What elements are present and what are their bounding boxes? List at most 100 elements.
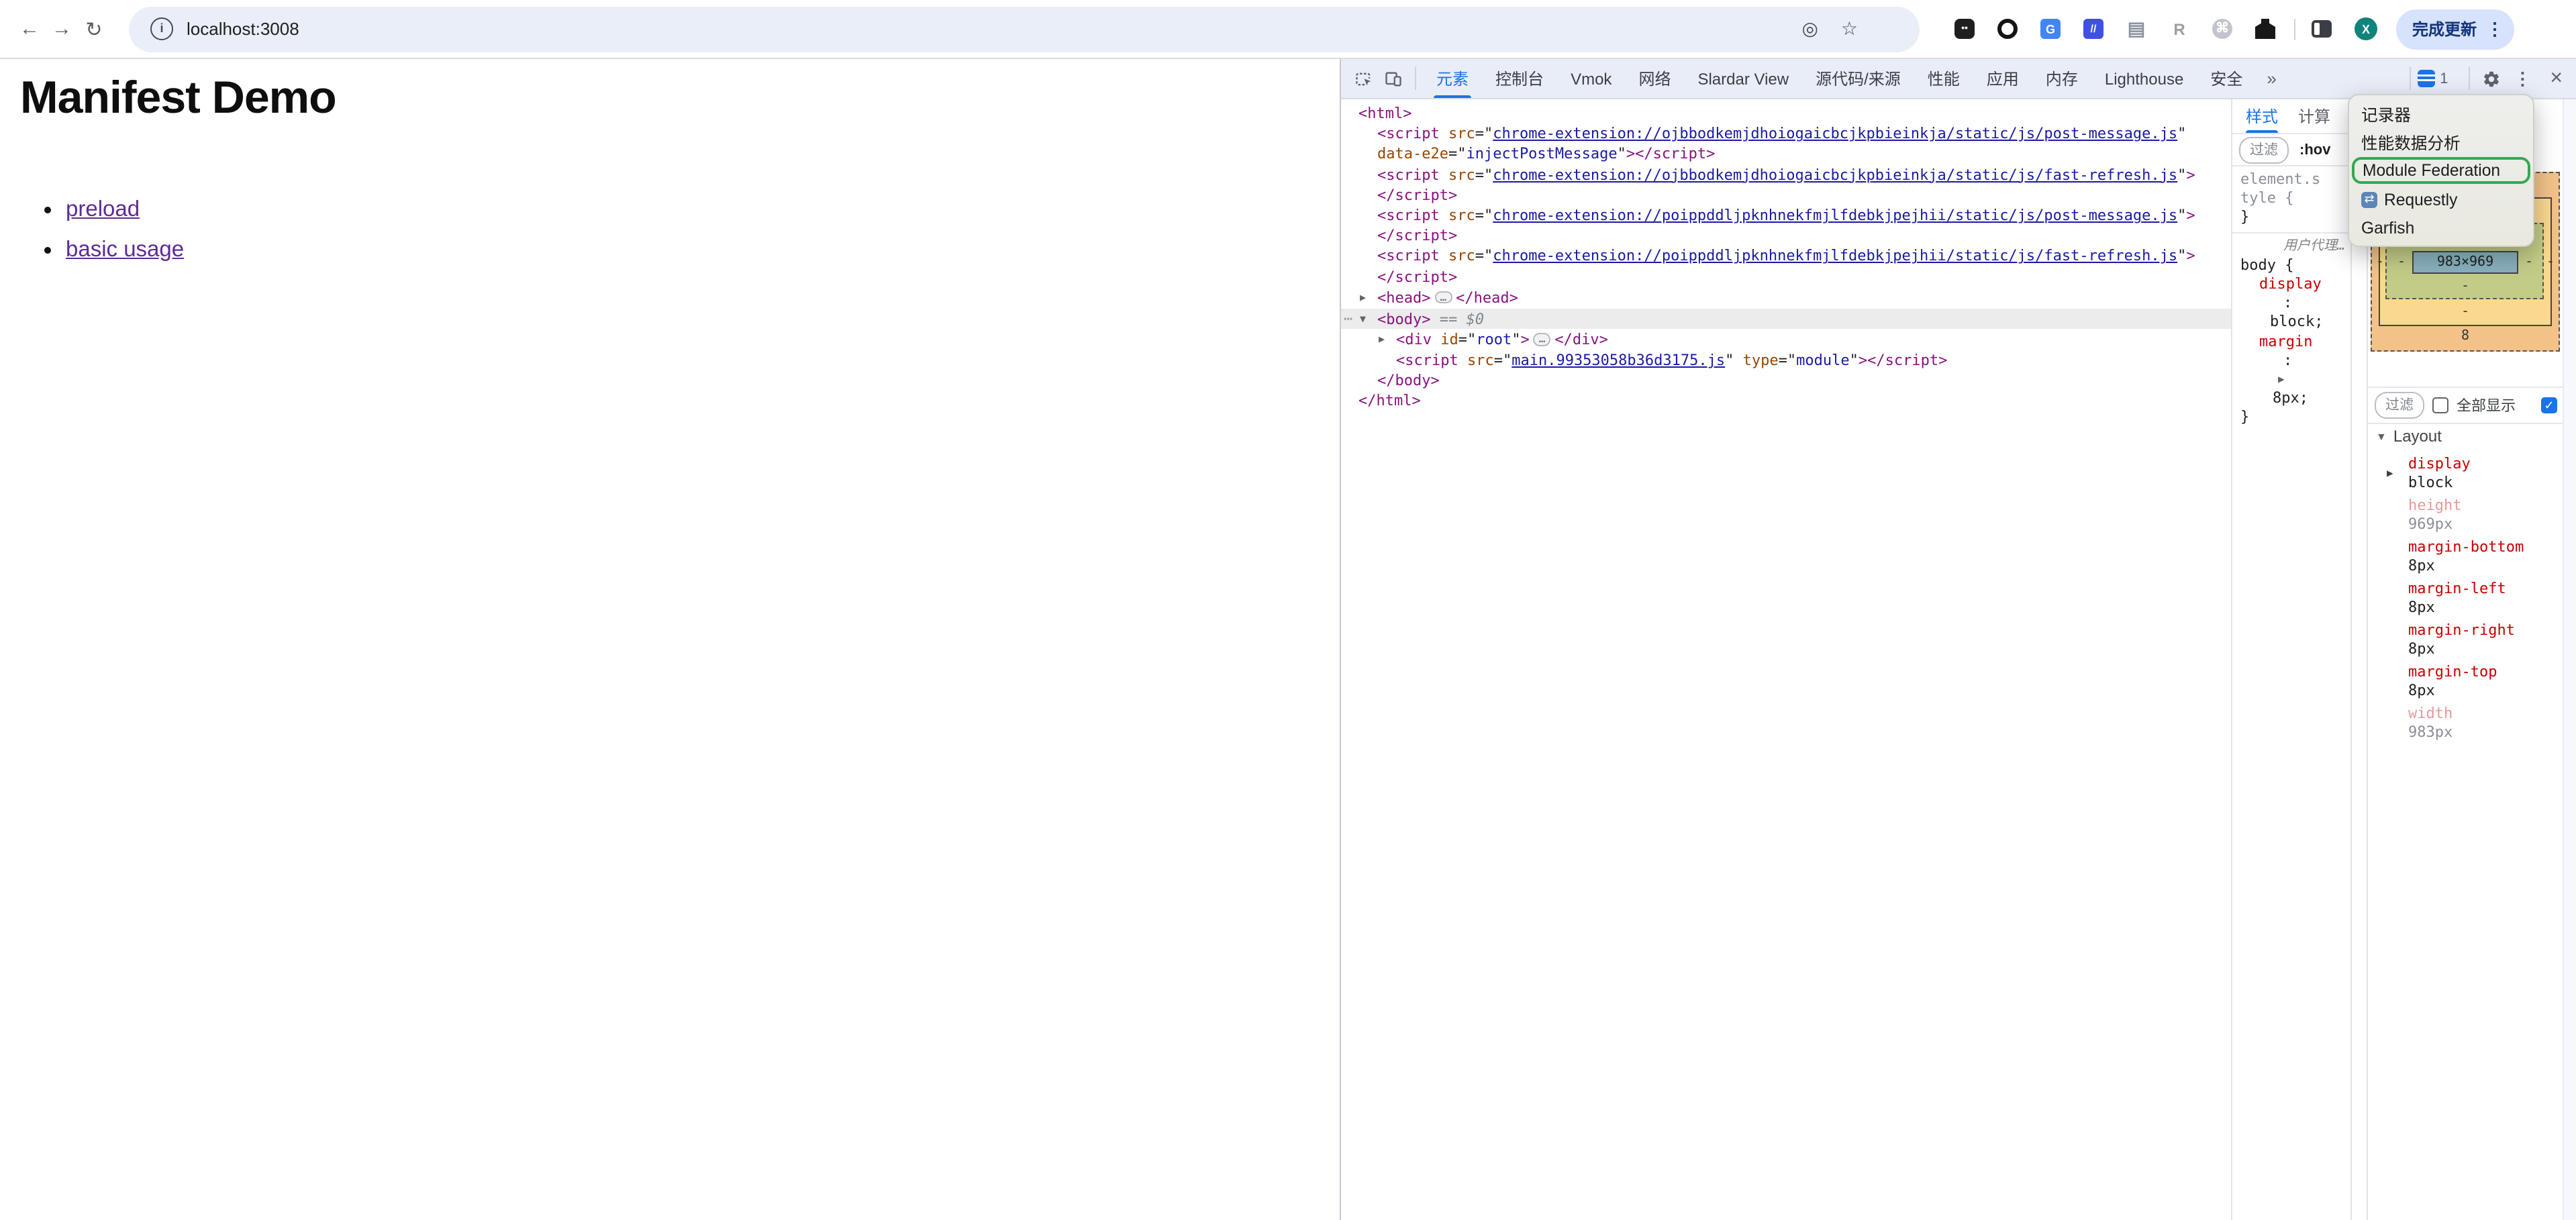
- ellipsis-button[interactable]: …: [1435, 291, 1452, 304]
- computed-property-margin-top[interactable]: margin-top8px: [2368, 663, 2564, 699]
- show-all-checkbox[interactable]: [2432, 397, 2448, 413]
- address-bar[interactable]: i localhost:3008 ◎ ☆: [129, 6, 1920, 52]
- menu-item-garfish[interactable]: Garfish: [2349, 213, 2533, 242]
- dom-node[interactable]: <script src="main.99353058b36d3175.js" t…: [1341, 350, 2231, 370]
- devtools-tab-应用[interactable]: 应用: [1973, 59, 2032, 98]
- group-checkbox[interactable]: ✓: [2541, 397, 2557, 413]
- site-info-icon[interactable]: i: [150, 17, 173, 40]
- menu-item-性能数据分析[interactable]: 性能数据分析: [2349, 128, 2533, 156]
- computed-property-margin-bottom[interactable]: margin-bottom8px: [2368, 538, 2564, 574]
- browser-menu-kebab-icon[interactable]: ⋮: [2486, 18, 2504, 40]
- devtools-tab-lighthouse[interactable]: Lighthouse: [2091, 59, 2197, 98]
- devtools-tab-安全[interactable]: 安全: [2197, 59, 2256, 98]
- dom-node[interactable]: </script>: [1341, 266, 2231, 287]
- attr-value-token: module: [1796, 352, 1850, 369]
- resource-link[interactable]: chrome-extension://poippddljpknhnekfmjlf…: [1493, 248, 2177, 265]
- dom-node[interactable]: </script>: [1341, 225, 2231, 246]
- dom-node[interactable]: <script src="chrome-extension://poippddl…: [1341, 246, 2231, 266]
- computed-filter-input[interactable]: 过滤: [2375, 392, 2424, 419]
- blue-stripes-extension-icon[interactable]: //: [2083, 19, 2103, 39]
- computed-property-width[interactable]: width983px: [2368, 705, 2564, 741]
- back-icon[interactable]: ←: [13, 17, 46, 40]
- tab-styles[interactable]: 样式: [2246, 99, 2278, 133]
- styles-filter-input[interactable]: 过滤: [2239, 136, 2289, 163]
- dom-node-selected[interactable]: ⋯▼<body> == $0: [1341, 308, 2231, 329]
- resource-link[interactable]: chrome-extension://poippddljpknhnekfmjlf…: [1493, 207, 2177, 224]
- dark-dots-extension-icon[interactable]: ••: [1954, 19, 1975, 39]
- expand-arrow-icon[interactable]: ▶: [1379, 329, 1396, 349]
- preview-eye-icon[interactable]: ◎: [1801, 17, 1818, 40]
- tag-token: >: [1521, 331, 1530, 348]
- printer-extension-icon[interactable]: ▤: [2126, 19, 2146, 39]
- more-tabs-icon[interactable]: »: [2256, 68, 2287, 89]
- settings-gear-icon[interactable]: [2476, 69, 2506, 88]
- menu-item-requestly[interactable]: ⇄Requestly: [2349, 185, 2533, 213]
- expand-arrow-icon[interactable]: ▶: [2240, 370, 2350, 389]
- margin-bottom-value: 8: [2371, 329, 2560, 345]
- devtools-tab-网络[interactable]: 网络: [1625, 59, 1684, 98]
- dom-node[interactable]: data-e2e="injectPostMessage"></script>: [1341, 144, 2231, 164]
- close-devtools-icon[interactable]: ×: [2539, 66, 2576, 91]
- expand-arrow-icon[interactable]: ▶: [1360, 287, 1377, 307]
- tab-computed[interactable]: 计算: [2298, 99, 2330, 133]
- ellipsis-button[interactable]: …: [1534, 333, 1551, 346]
- resource-link[interactable]: chrome-extension://ojbbodkemjdhoiogaicbc…: [1493, 166, 2177, 183]
- dom-node[interactable]: </html>: [1341, 391, 2231, 411]
- devtools-tab-slardar-view[interactable]: Slardar View: [1684, 59, 1802, 98]
- resource-link[interactable]: chrome-extension://ojbbodkemjdhoiogaicbc…: [1493, 125, 2177, 142]
- gray-r-extension-icon[interactable]: R: [2169, 19, 2189, 39]
- devtools-tab-源代码-来源[interactable]: 源代码/来源: [1802, 59, 1914, 98]
- attr-name-token: id: [1440, 331, 1458, 348]
- layout-section-header[interactable]: ▼ Layout: [2368, 427, 2564, 446]
- device-toolbar-icon[interactable]: [1379, 69, 1408, 88]
- devtools-tab-内存[interactable]: 内存: [2032, 59, 2091, 98]
- black-ring-extension-icon[interactable]: [1997, 19, 2018, 39]
- reload-icon[interactable]: ↻: [78, 17, 110, 41]
- expand-arrow-icon[interactable]: ▶: [2387, 464, 2393, 482]
- menu-item-记录器[interactable]: 记录器: [2349, 99, 2533, 128]
- list-item: basic usage: [66, 230, 1340, 270]
- pseudo-state-toggle[interactable]: :hov: [2299, 142, 2330, 158]
- collapse-arrow-icon[interactable]: ▼: [1360, 308, 1377, 328]
- menu-item-module-federation[interactable]: Module Federation: [2352, 157, 2530, 184]
- dom-node[interactable]: </script>: [1341, 185, 2231, 205]
- dom-node[interactable]: ▶<head>…</head>: [1341, 287, 2231, 308]
- google-translate-extension-icon[interactable]: G: [2040, 19, 2061, 39]
- computed-property-display[interactable]: ▶displayblock: [2368, 455, 2564, 491]
- computed-property-margin-left[interactable]: margin-left8px: [2368, 580, 2564, 616]
- pane-resizer[interactable]: [2352, 99, 2368, 1220]
- toolbar-divider: [2294, 18, 2295, 40]
- dom-node[interactable]: <script src="chrome-extension://poippddl…: [1341, 205, 2231, 225]
- devtools-tab-控制台[interactable]: 控制台: [1482, 59, 1557, 98]
- attr-name-token: src: [1448, 125, 1475, 142]
- profile-avatar[interactable]: X: [2355, 17, 2377, 40]
- url-text[interactable]: localhost:3008: [187, 19, 1801, 39]
- devtools-tab-性能[interactable]: 性能: [1914, 59, 1973, 98]
- computed-property-margin-right[interactable]: margin-right8px: [2368, 621, 2564, 658]
- computed-property-height[interactable]: height969px: [2368, 497, 2564, 533]
- dom-node[interactable]: <script src="chrome-extension://ojbbodke…: [1341, 164, 2231, 185]
- update-chrome-button[interactable]: 完成更新 ⋮: [2396, 9, 2514, 49]
- css-property-name[interactable]: margin: [2240, 332, 2350, 351]
- command-circle-extension-icon[interactable]: ⌘: [2212, 19, 2232, 39]
- preload-link[interactable]: preload: [66, 197, 140, 221]
- node-menu-dots-icon[interactable]: ⋯: [1344, 308, 1353, 328]
- inspect-element-icon[interactable]: [1349, 69, 1379, 88]
- devtools-menu-kebab-icon[interactable]: ⋮: [2506, 68, 2539, 89]
- devtools-tab-元素[interactable]: 元素: [1423, 59, 1482, 98]
- devtools-tab-vmok[interactable]: Vmok: [1557, 59, 1625, 98]
- bookmark-star-icon[interactable]: ☆: [1841, 17, 1858, 40]
- text-token: [1432, 331, 1440, 348]
- dom-node[interactable]: </body>: [1341, 370, 2231, 391]
- dom-node[interactable]: <html>: [1341, 103, 2231, 123]
- issues-counter[interactable]: 1: [2417, 70, 2448, 87]
- flask-extension-icon[interactable]: [2255, 19, 2275, 39]
- element-style-rule: tyle {: [2240, 189, 2350, 208]
- css-property-name[interactable]: display: [2240, 275, 2350, 294]
- side-panel-icon[interactable]: [2312, 20, 2332, 38]
- forward-icon[interactable]: →: [46, 17, 78, 40]
- resource-link[interactable]: main.99353058b36d3175.js: [1512, 352, 1725, 369]
- dom-node[interactable]: ▶<div id="root">…</div>: [1341, 329, 2231, 350]
- basic-usage-link[interactable]: basic usage: [66, 238, 184, 262]
- dom-node[interactable]: <script src="chrome-extension://ojbbodke…: [1341, 123, 2231, 144]
